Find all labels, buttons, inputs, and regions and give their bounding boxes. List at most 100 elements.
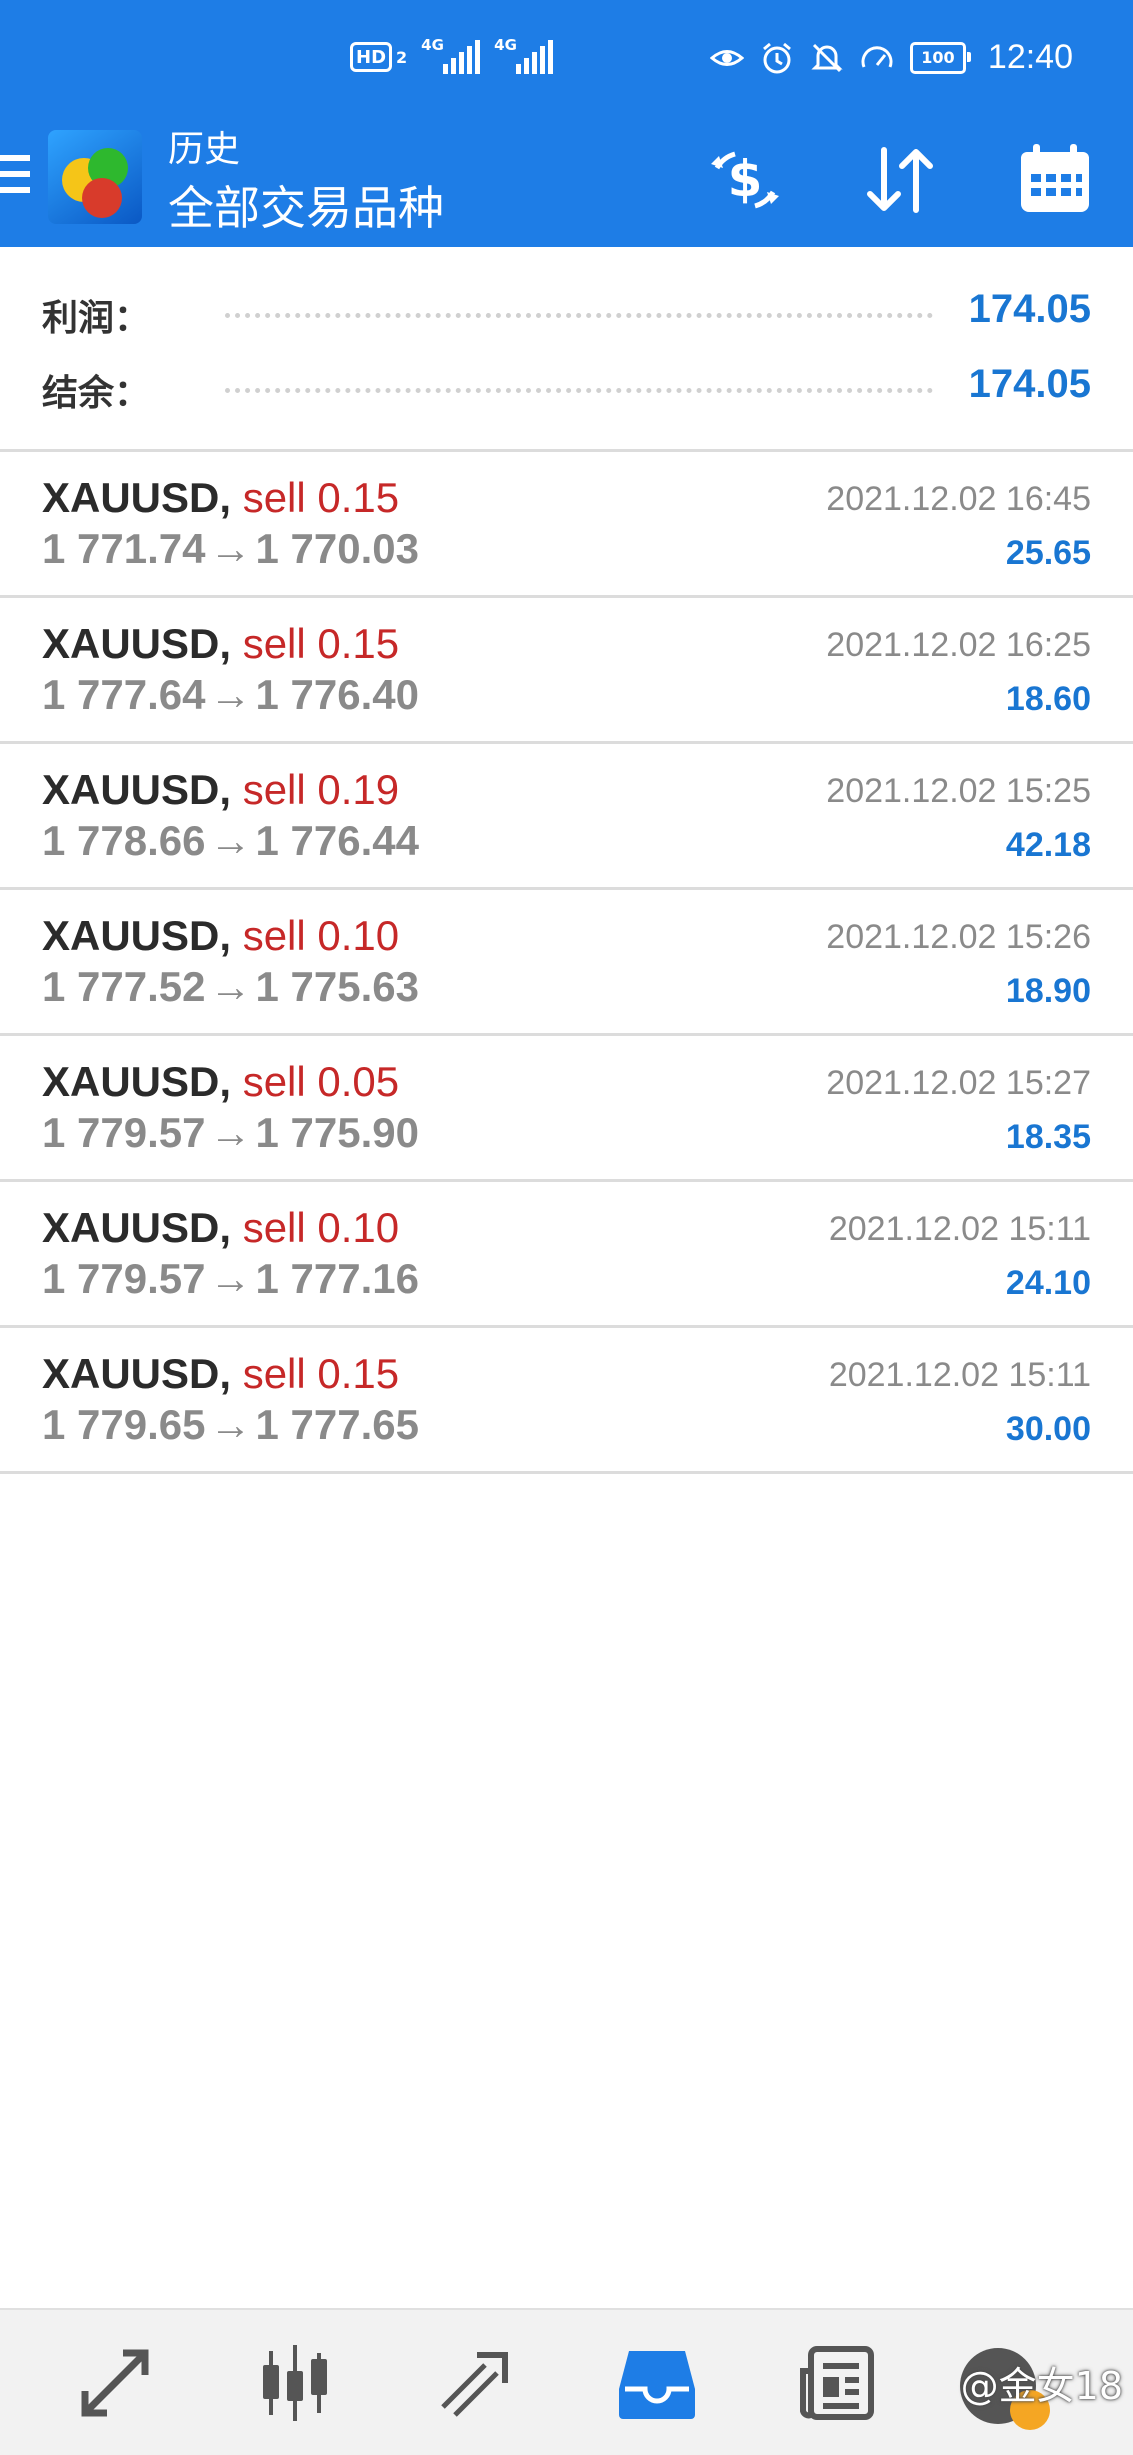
close-price: 1 776.40 [255, 671, 420, 718]
deal-prices: 1 779.57→1 777.16 [42, 1255, 419, 1303]
signal-icon: 4G [421, 36, 481, 74]
balance-label: 结余： [42, 373, 151, 414]
deal-side: sell 0.19 [242, 766, 400, 813]
speed-meter-icon [861, 45, 893, 68]
page-title[interactable]: 全部交易品种 [168, 172, 444, 238]
deal-row[interactable]: XAUUSD, sell 0.05 1 779.57→1 775.90 2021… [0, 1036, 1133, 1182]
deal-symbol: XAUUSD, [42, 766, 232, 813]
deal-symbol: XAUUSD, [42, 1204, 232, 1251]
deal-symbol: XAUUSD, [42, 1350, 232, 1397]
alarm-icon [762, 42, 791, 73]
deal-header: XAUUSD, sell 0.19 [42, 766, 399, 814]
page-subtitle: 历史 [168, 129, 241, 170]
app-bar: 历史 全部交易品种 $ [0, 110, 1133, 247]
balance-row: 结余： 174.05 [0, 358, 1133, 418]
deal-symbol: XAUUSD, [42, 474, 232, 521]
signal-network-label-2: 4G [494, 36, 517, 54]
status-time: 12:40 [987, 38, 1073, 76]
profit-value: 174.05 [968, 287, 1091, 331]
mute-bell-icon [811, 43, 843, 72]
signal-icon-2: 4G [494, 36, 554, 74]
arrow-right-icon: → [209, 817, 252, 864]
deal-row[interactable]: XAUUSD, sell 0.10 1 779.57→1 777.16 2021… [0, 1182, 1133, 1328]
deal-profit: 30.00 [1005, 1410, 1091, 1448]
svg-text:$: $ [728, 150, 763, 208]
deal-side: sell 0.05 [242, 1058, 400, 1105]
deal-side: sell 0.10 [242, 912, 400, 959]
arrow-right-icon: → [209, 963, 252, 1010]
deal-prices: 1 777.64→1 776.40 [42, 671, 419, 719]
hd-voice-sub: 2 [396, 47, 408, 67]
open-price: 1 778.66 [42, 817, 206, 864]
balance-value: 174.05 [968, 362, 1091, 406]
close-price: 1 770.03 [255, 525, 420, 572]
signal-network-label: 4G [421, 36, 444, 54]
deal-time: 2021.12.02 15:27 [826, 1064, 1091, 1102]
deal-profit: 25.65 [1005, 534, 1091, 572]
open-price: 1 777.64 [42, 671, 206, 718]
deal-time: 2021.12.02 15:25 [826, 772, 1091, 810]
deal-row[interactable]: XAUUSD, sell 0.15 1 777.64→1 776.40 2021… [0, 598, 1133, 744]
deal-time: 2021.12.02 16:45 [826, 480, 1091, 518]
status-bar: HD 2 4G 4G 100 12:40 [0, 30, 1133, 100]
close-price: 1 777.65 [255, 1401, 420, 1448]
deal-header: XAUUSD, sell 0.05 [42, 1058, 399, 1106]
deal-profit: 42.18 [1005, 826, 1091, 864]
battery-icon: 100 [909, 41, 971, 74]
app-logo [48, 130, 142, 224]
history-icon[interactable] [612, 2338, 702, 2428]
eye-icon [709, 49, 744, 66]
watermark: @金女18 [960, 2364, 1123, 2408]
status-left: HD 2 4G 4G [350, 36, 554, 74]
arrow-right-icon: → [209, 1109, 252, 1156]
deal-row[interactable]: XAUUSD, sell 0.19 1 778.66→1 776.44 2021… [0, 744, 1133, 890]
deal-side: sell 0.15 [242, 1350, 400, 1397]
open-price: 1 771.74 [42, 525, 206, 572]
deal-row[interactable]: XAUUSD, sell 0.15 1 779.65→1 777.65 2021… [0, 1328, 1133, 1474]
deal-row[interactable]: XAUUSD, sell 0.15 1 771.74→1 770.03 2021… [0, 452, 1133, 598]
deal-time: 2021.12.02 15:11 [828, 1356, 1091, 1394]
top-bar: HD 2 4G 4G 100 12:40 历史 全部交易品种 $ [0, 0, 1133, 247]
deal-time: 2021.12.02 16:25 [826, 626, 1091, 664]
open-price: 1 779.57 [42, 1255, 206, 1302]
deal-prices: 1 779.57→1 775.90 [42, 1109, 419, 1157]
trade-icon[interactable] [430, 2338, 520, 2428]
deal-time: 2021.12.02 15:11 [828, 1210, 1091, 1248]
profit-label: 利润： [42, 298, 151, 339]
deal-row[interactable]: XAUUSD, sell 0.10 1 777.52→1 775.63 2021… [0, 890, 1133, 1036]
deal-profit: 18.60 [1005, 680, 1091, 718]
close-price: 1 775.90 [255, 1109, 420, 1156]
deal-header: XAUUSD, sell 0.15 [42, 1350, 399, 1398]
deal-side: sell 0.15 [242, 474, 400, 521]
menu-icon[interactable] [0, 155, 30, 205]
open-price: 1 777.52 [42, 963, 206, 1010]
deal-prices: 1 771.74→1 770.03 [42, 525, 419, 573]
quotes-icon[interactable] [70, 2338, 160, 2428]
bottom-nav: @金女18 [0, 2308, 1133, 2455]
dotted-leader [225, 313, 933, 318]
deal-side: sell 0.15 [242, 620, 400, 667]
profit-row: 利润： 174.05 [0, 283, 1133, 343]
arrow-right-icon: → [209, 671, 252, 718]
deal-list: XAUUSD, sell 0.15 1 771.74→1 770.03 2021… [0, 452, 1133, 1474]
currency-exchange-icon[interactable]: $ [703, 138, 787, 222]
dotted-leader [225, 388, 933, 393]
news-icon[interactable] [792, 2338, 882, 2428]
status-right: 100 12:40 [709, 38, 1073, 77]
deal-symbol: XAUUSD, [42, 620, 232, 667]
open-price: 1 779.65 [42, 1401, 206, 1448]
deal-header: XAUUSD, sell 0.10 [42, 912, 399, 960]
arrow-right-icon: → [209, 1401, 252, 1448]
calendar-icon[interactable] [1013, 138, 1097, 222]
deal-prices: 1 779.65→1 777.65 [42, 1401, 419, 1449]
arrow-right-icon: → [209, 525, 252, 572]
deal-prices: 1 778.66→1 776.44 [42, 817, 419, 865]
deal-symbol: XAUUSD, [42, 1058, 232, 1105]
deal-prices: 1 777.52→1 775.63 [42, 963, 419, 1011]
chart-icon[interactable] [250, 2338, 340, 2428]
deal-header: XAUUSD, sell 0.15 [42, 474, 399, 522]
deal-side: sell 0.10 [242, 1204, 400, 1251]
close-price: 1 777.16 [255, 1255, 420, 1302]
sort-icon[interactable] [858, 138, 942, 222]
hd-voice-icon: HD [350, 42, 393, 72]
